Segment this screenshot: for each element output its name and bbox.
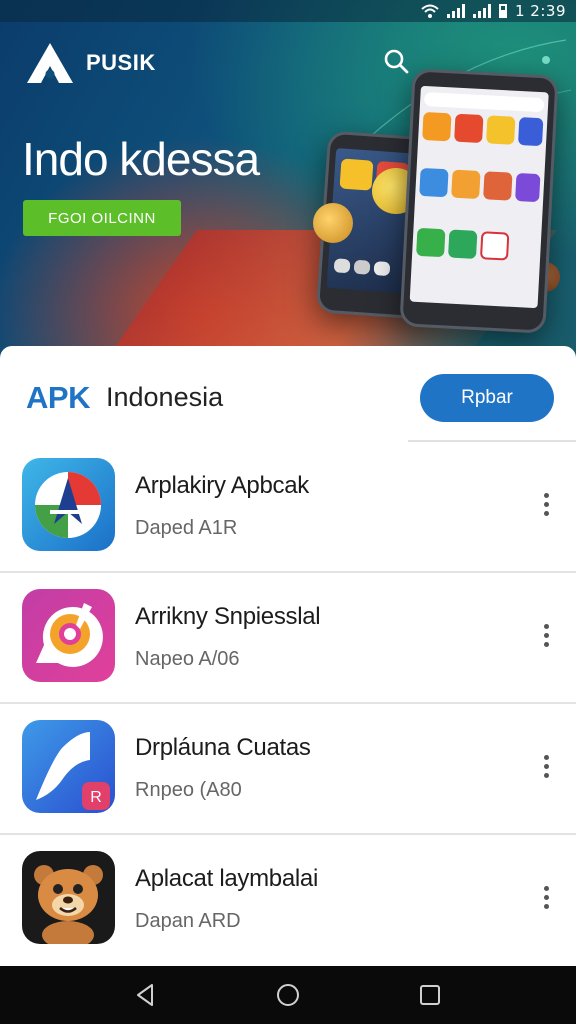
more-options-icon[interactable] <box>532 486 560 522</box>
app-subtitle: Daped A1R <box>135 517 238 539</box>
search-icon[interactable] <box>380 45 412 77</box>
section-header: APK Indonesia Rpbar <box>0 346 576 442</box>
back-icon[interactable] <box>130 979 162 1011</box>
list-item[interactable]: R Drpláuna Cuatas Rnpeo (A80 <box>0 704 576 835</box>
home-icon[interactable] <box>272 979 304 1011</box>
app-subtitle: Dapan ARD <box>135 910 241 932</box>
content-card: APK Indonesia Rpbar Arplakiry Apbcak Dap… <box>0 346 576 966</box>
compass-app-icon <box>22 458 115 551</box>
more-options-icon[interactable] <box>532 748 560 784</box>
app-name: Aplacat laymbalai <box>135 865 318 892</box>
list-item[interactable]: Arrikny Snpiesslal Napeo A/06 <box>0 573 576 704</box>
brand-name: PUSIK <box>86 50 156 75</box>
status-time: 1 2:39 <box>515 2 566 20</box>
list-item[interactable]: Aplacat laymbalai Dapan ARD <box>0 835 576 966</box>
hero-title: Indo kdessa <box>22 133 260 185</box>
hero-cta-button[interactable]: FGOI OILCINN <box>23 200 181 236</box>
brand-logo[interactable]: PUSIK <box>24 40 156 86</box>
status-bar: 1 2:39 <box>0 0 576 22</box>
signal-icon-2 <box>473 4 491 18</box>
section-title-apk: APK <box>26 380 90 415</box>
battery-icon <box>499 4 507 18</box>
app-subtitle: Napeo A/06 <box>135 648 240 670</box>
music-app-icon: R <box>22 720 115 813</box>
hero-banner: PUSIK Indo kdessa FGOI OILCINN <box>0 0 576 372</box>
app-name: Arplakiry Apbcak <box>135 472 309 499</box>
app-list: Arplakiry Apbcak Daped A1R Arrikny Snpie… <box>0 442 576 966</box>
more-options-icon[interactable] <box>532 879 560 915</box>
wifi-icon <box>421 4 439 18</box>
system-nav-bar <box>0 966 576 1024</box>
brand-logo-icon <box>27 43 73 83</box>
app-name: Drpláuna Cuatas <box>135 734 311 761</box>
signal-icon <box>447 4 465 18</box>
recents-icon[interactable] <box>414 979 446 1011</box>
camera-app-icon <box>22 589 115 682</box>
phone-illustration-front <box>399 68 559 334</box>
app-subtitle: Rnpeo (A80 <box>135 779 242 801</box>
section-title-indonesia: Indonesia <box>106 382 224 412</box>
section-action-button[interactable]: Rpbar <box>420 374 554 422</box>
more-options-icon[interactable] <box>532 617 560 653</box>
app-name: Arrikny Snpiesslal <box>135 603 321 630</box>
mascot-illustration-small <box>313 203 353 243</box>
bear-app-icon <box>22 851 115 944</box>
svg-text:R: R <box>90 789 102 806</box>
list-item[interactable]: Arplakiry Apbcak Daped A1R <box>0 442 576 573</box>
